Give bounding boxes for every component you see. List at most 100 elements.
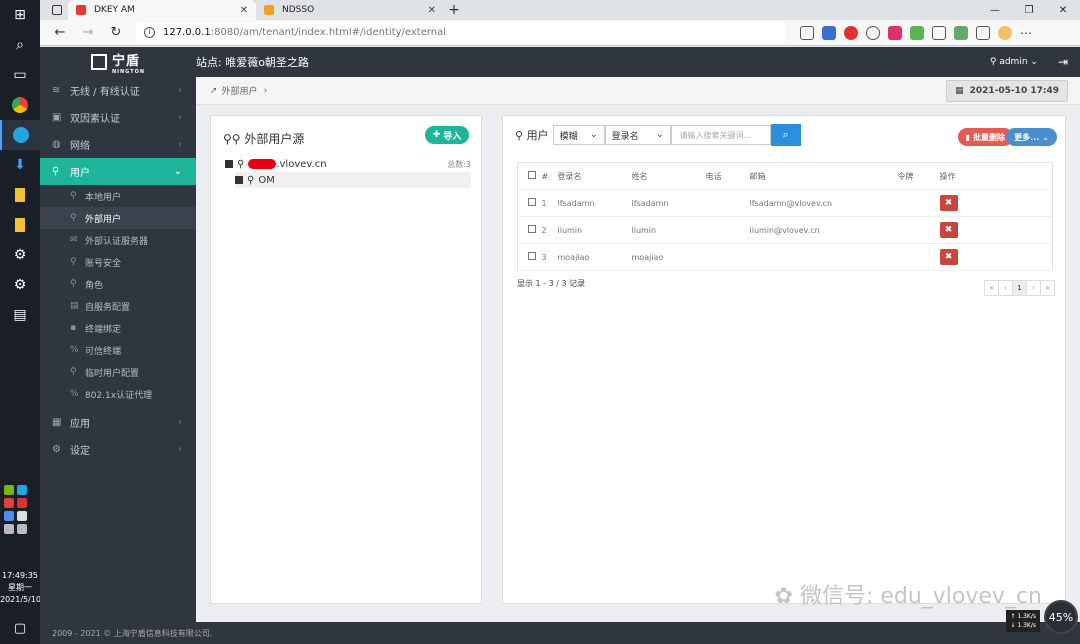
sidebar-sub-external-users[interactable]: ⚲ 外部用户	[40, 207, 196, 229]
sidebar-sub-8021x-proxy[interactable]: % 802.1x认证代理	[40, 383, 196, 405]
row-checkbox[interactable]	[528, 225, 536, 233]
cell-token	[897, 216, 940, 244]
sidebar-sub-local-users[interactable]: ⚲ 本地用户	[40, 185, 196, 207]
cpu-gauge[interactable]: 45%	[1044, 600, 1078, 634]
logout-icon[interactable]: ⇥	[1058, 55, 1068, 69]
search-button[interactable]: ⌕	[770, 124, 801, 146]
sidebar-item-apps[interactable]: ▦ 应用 ‹	[40, 409, 196, 436]
nvidia-icon[interactable]	[4, 485, 14, 495]
more-button[interactable]: 更多... ⌄	[1006, 128, 1057, 146]
sidebar-sub-temp-user[interactable]: ⚲ 临时用户配置	[40, 361, 196, 383]
notepad-app-icon[interactable]: ▤	[0, 300, 40, 330]
collections-icon[interactable]	[932, 25, 946, 40]
extension-icon[interactable]	[822, 25, 836, 40]
search-icon[interactable]: ⌕	[0, 30, 40, 60]
import-button[interactable]: ✚ 导入	[425, 126, 469, 144]
delete-row-icon[interactable]: ✖	[939, 222, 958, 238]
defender-icon[interactable]	[4, 511, 14, 521]
folder-icon[interactable]	[0, 210, 40, 240]
col-header-phone[interactable]: 电话	[705, 162, 750, 190]
sidebar-sub-terminal-binding[interactable]: ▪ 终端绑定	[40, 317, 196, 339]
volume-icon[interactable]	[17, 524, 27, 534]
page-number-button[interactable]: 1	[1012, 280, 1027, 296]
page-last-button[interactable]: »	[1040, 280, 1055, 296]
col-header-login[interactable]: 登录名	[557, 162, 632, 190]
close-tab-icon[interactable]: ✕	[240, 5, 248, 16]
sidebar-sub-trusted-terminal[interactable]: % 可信终端	[40, 339, 196, 361]
close-tab-icon[interactable]: ✕	[428, 5, 436, 16]
panel-title-text: 用户	[526, 129, 549, 142]
sidebar-item-users[interactable]: ⚲ 用户 ⌄	[40, 158, 196, 185]
flag-tray-icon[interactable]	[17, 498, 27, 508]
match-mode-select[interactable]: 模糊 ⌄	[552, 125, 605, 145]
batch-delete-button[interactable]: ▮ 批量删除	[957, 128, 1013, 146]
col-header-email[interactable]: 邮箱	[749, 162, 898, 190]
logo[interactable]: 宁盾 NINGTON	[40, 50, 196, 75]
tab-label: NDSSO	[282, 5, 315, 15]
select-all-checkbox[interactable]	[528, 171, 536, 179]
sidebar-item-two-factor[interactable]: ▣ 双因素认证 ‹	[40, 104, 196, 131]
extension-icon[interactable]	[888, 25, 902, 40]
row-checkbox[interactable]	[528, 252, 536, 260]
folder-icon[interactable]	[0, 180, 40, 210]
table-row[interactable]: 1 lfsadamn lfsadamn lfsadamn@vlovev.cn ✖	[517, 189, 1053, 217]
row-checkbox[interactable]	[528, 198, 536, 206]
page-next-button[interactable]: ›	[1026, 280, 1041, 296]
sidebar-sub-self-service[interactable]: ▤ 自服务配置	[40, 295, 196, 317]
restore-icon[interactable]: ❐	[1012, 0, 1046, 20]
back-icon[interactable]: ←	[46, 22, 74, 44]
windows-start-icon[interactable]: ⊞	[0, 0, 40, 30]
sidebar-item-wireless-auth[interactable]: ≋ 无线 / 有线认证 ‹	[40, 77, 196, 104]
download-app-icon[interactable]: ⬇	[0, 150, 40, 180]
delete-row-icon[interactable]: ✖	[939, 195, 958, 211]
tab-actions-icon[interactable]	[52, 5, 62, 15]
tab-ndsso[interactable]: NDSSO ✕	[256, 0, 444, 20]
info-icon[interactable]: i	[144, 27, 155, 38]
sidebar-sub-account-security[interactable]: ⚲ 账号安全	[40, 251, 196, 273]
breadcrumb-current[interactable]: 外部用户	[222, 84, 258, 97]
search-input[interactable]: 请输入搜索关键词...	[670, 125, 771, 145]
refresh-icon[interactable]: ↻	[102, 22, 130, 44]
notification-icon[interactable]: ▢	[0, 621, 40, 636]
new-tab-icon[interactable]: +	[444, 0, 464, 20]
minimize-icon[interactable]: —	[978, 0, 1012, 20]
close-window-icon[interactable]: ✕	[1046, 0, 1080, 20]
collapse-toggle-icon[interactable]	[235, 176, 243, 184]
edge-tray-icon[interactable]	[17, 485, 27, 495]
clock[interactable]: 17:49:35 星期一 2021/5/10	[0, 570, 41, 606]
collapse-toggle-icon[interactable]	[225, 160, 233, 168]
sidebar-sub-external-auth-server[interactable]: ✉ 外部认证服务器	[40, 229, 196, 251]
tree-node-root[interactable]: ⚲ .vlovev.cn 总数:3	[225, 156, 471, 172]
extension-icon[interactable]	[844, 25, 858, 40]
address-bar[interactable]: i 127.0.0.1:8080/am/tenant/index.html#/i…	[136, 22, 786, 43]
shield-tray-icon[interactable]	[4, 498, 14, 508]
sidebar-item-settings[interactable]: ⚙ 设定 ‹	[40, 436, 196, 463]
speed-icon[interactable]	[866, 25, 880, 40]
table-row[interactable]: 2 liumin liumin liumin@vlovev.cn ✖	[517, 216, 1053, 244]
page-first-button[interactable]: «	[984, 280, 999, 296]
search-field-select[interactable]: 登录名 ⌄	[604, 125, 671, 145]
sidebar-sub-roles[interactable]: ⚲ 角色	[40, 273, 196, 295]
tree-node-om[interactable]: ⚲ OM	[235, 172, 471, 188]
tab-dkey-am[interactable]: DKEY AM ✕	[68, 0, 256, 20]
page-prev-button[interactable]: ‹	[998, 280, 1013, 296]
extension-icon[interactable]	[910, 25, 924, 40]
more-menu-icon[interactable]: ⋯	[1020, 26, 1032, 40]
edge-app-icon[interactable]	[0, 120, 40, 150]
sync-icon[interactable]	[976, 25, 990, 40]
task-view-icon[interactable]: ▭	[0, 60, 40, 90]
col-header-name[interactable]: 姓名	[631, 162, 706, 190]
network-icon[interactable]	[4, 524, 14, 534]
user-menu[interactable]: ⚲ admin ⌄	[990, 57, 1038, 67]
forward-icon[interactable]: →	[74, 22, 102, 44]
favorite-star-icon[interactable]	[800, 25, 814, 40]
sidebar-item-network[interactable]: ◍ 网络 ‹	[40, 131, 196, 158]
profile-avatar[interactable]	[998, 25, 1012, 40]
settings-app-icon[interactable]: ⚙	[0, 270, 40, 300]
settings-app-icon[interactable]: ⚙	[0, 240, 40, 270]
download-icon[interactable]	[954, 25, 968, 40]
table-row[interactable]: 3 moajiao moajiao ✖	[517, 243, 1053, 271]
cloud-icon[interactable]	[17, 511, 27, 521]
chrome-app-icon[interactable]	[0, 90, 40, 120]
delete-row-icon[interactable]: ✖	[939, 249, 958, 265]
